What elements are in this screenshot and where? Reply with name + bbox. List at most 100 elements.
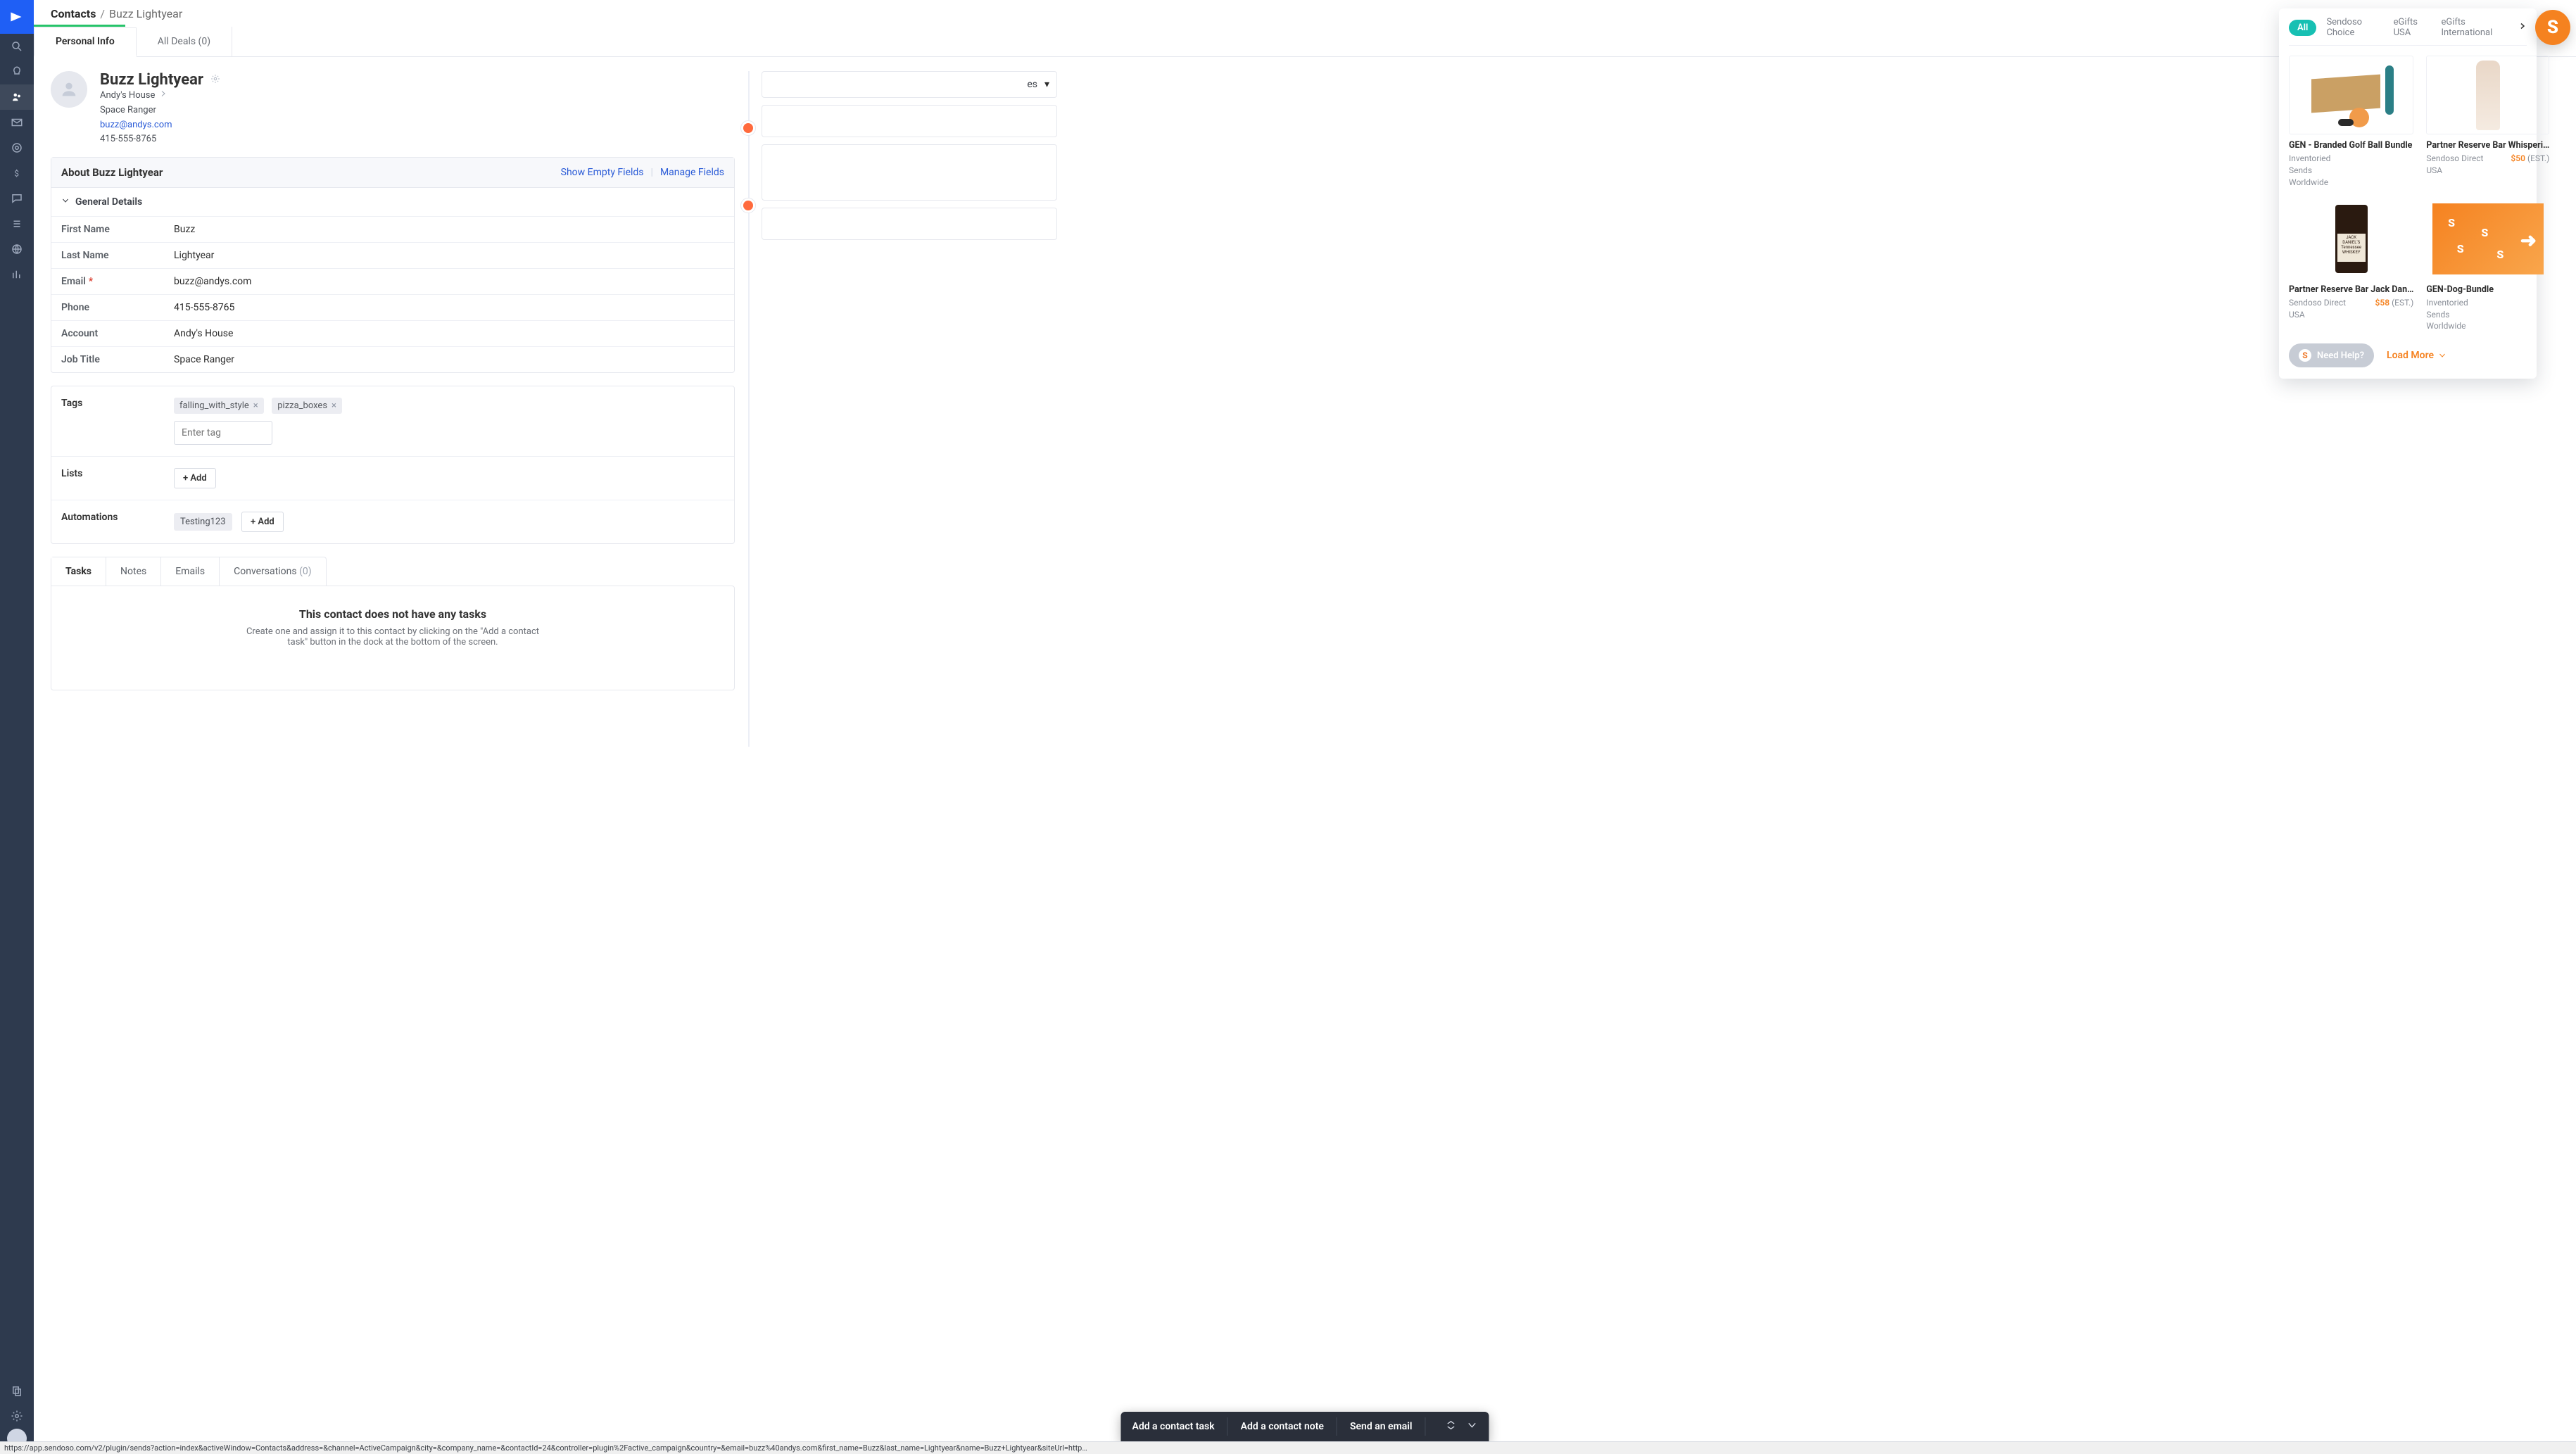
dock-add-task[interactable]: Add a contact task bbox=[1132, 1421, 1214, 1432]
sendoso-tab-all[interactable]: All bbox=[2289, 20, 2316, 36]
row-email[interactable]: Email* buzz@andys.com bbox=[51, 269, 734, 295]
dock-bar: Add a contact task Add a contact note Se… bbox=[1120, 1412, 1489, 1441]
contact-email-link[interactable]: buzz@andys.com bbox=[100, 120, 172, 130]
sendoso-s-icon: S bbox=[2299, 349, 2311, 362]
tag-pizza-boxes[interactable]: pizza_boxes × bbox=[272, 398, 342, 414]
rail-contacts[interactable] bbox=[0, 84, 34, 110]
right-box[interactable] bbox=[762, 144, 1057, 201]
tab-tasks[interactable]: Tasks bbox=[51, 557, 106, 586]
contact-account[interactable]: Andy's House bbox=[100, 89, 155, 103]
sendoso-tab-egifts-usa[interactable]: eGifts USA bbox=[2394, 17, 2432, 38]
automations-label: Automations bbox=[61, 512, 153, 523]
product-title: GEN - Branded Golf Ball Bundle bbox=[2289, 140, 2413, 151]
timeline-marker[interactable] bbox=[740, 198, 756, 213]
product-sub: USA bbox=[2289, 309, 2413, 321]
tag-input[interactable] bbox=[174, 421, 272, 445]
tab-emails[interactable]: Emails bbox=[161, 557, 220, 586]
need-help-button[interactable]: S Need Help? bbox=[2289, 343, 2374, 367]
empty-title: This contact does not have any tasks bbox=[80, 607, 706, 621]
sendoso-tab-egifts-intl[interactable]: eGifts International bbox=[2441, 17, 2508, 38]
value-job-title: Space Ranger bbox=[174, 354, 724, 365]
rail-money[interactable]: $ bbox=[0, 160, 34, 186]
rail-globe[interactable] bbox=[0, 236, 34, 262]
gear-icon[interactable] bbox=[210, 74, 220, 87]
product-image bbox=[2426, 56, 2549, 134]
rail-chat[interactable] bbox=[0, 186, 34, 211]
product-price: $58 bbox=[2375, 298, 2390, 308]
rail-settings[interactable] bbox=[0, 1403, 34, 1429]
chevron-right-icon bbox=[159, 89, 168, 103]
manage-fields[interactable]: Manage Fields bbox=[660, 167, 724, 178]
rail-mail[interactable] bbox=[0, 110, 34, 135]
label-job-title: Job Title bbox=[61, 354, 174, 365]
dropdown-caret-icon: ▾ bbox=[1044, 79, 1049, 90]
sendoso-fab[interactable]: S bbox=[2535, 10, 2570, 45]
automation-testing123[interactable]: Testing123 bbox=[174, 513, 232, 531]
left-column: Buzz Lightyear Andy's House Space Ranger bbox=[51, 71, 735, 747]
sendoso-tabs-more-icon[interactable] bbox=[2518, 22, 2527, 33]
row-account[interactable]: Account Andy's House bbox=[51, 321, 734, 347]
browser-status-url: https://app.sendoso.com/v2/plugin/sends?… bbox=[0, 1441, 2576, 1454]
product-image: S S S S ➜ bbox=[2426, 200, 2549, 279]
tag-falling-with-style[interactable]: falling_with_style × bbox=[174, 398, 264, 414]
rail-list[interactable] bbox=[0, 211, 34, 236]
timeline-marker[interactable] bbox=[740, 120, 756, 136]
automations-add-button[interactable]: + Add bbox=[241, 512, 284, 532]
product-est: (EST.) bbox=[2527, 153, 2549, 163]
rail-reports[interactable] bbox=[0, 262, 34, 287]
content-scroll[interactable]: Buzz Lightyear Andy's House Space Ranger bbox=[34, 57, 2576, 1454]
product-card[interactable]: JACK DANIEL'STennesseeWHISKEY Partner Re… bbox=[2289, 200, 2413, 333]
general-details-toggle[interactable]: General Details bbox=[51, 188, 734, 217]
dock-add-note[interactable]: Add a contact note bbox=[1241, 1421, 1324, 1432]
product-sub: Worldwide bbox=[2289, 177, 2413, 189]
load-more-button[interactable]: Load More bbox=[2387, 350, 2446, 361]
brand-logo[interactable] bbox=[0, 0, 34, 34]
right-select[interactable]: es ▾ bbox=[762, 71, 1057, 98]
dock-collapse-icon[interactable] bbox=[1467, 1420, 1478, 1434]
row-phone[interactable]: Phone 415-555-8765 bbox=[51, 295, 734, 321]
row-last-name[interactable]: Last Name Lightyear bbox=[51, 243, 734, 269]
tag-remove-icon[interactable]: × bbox=[253, 400, 258, 411]
row-job-title[interactable]: Job Title Space Ranger bbox=[51, 347, 734, 372]
tab-conversations[interactable]: Conversations (0) bbox=[220, 557, 326, 586]
lists-add-button[interactable]: + Add bbox=[174, 468, 216, 488]
product-sub: Worldwide bbox=[2426, 320, 2549, 332]
rail-copy[interactable] bbox=[0, 1378, 34, 1403]
right-box[interactable] bbox=[762, 208, 1057, 240]
product-sub: USA bbox=[2426, 165, 2549, 177]
contact-avatar[interactable] bbox=[51, 71, 87, 108]
product-sub: Inventoried bbox=[2289, 152, 2330, 165]
product-card[interactable]: GEN - Branded Golf Ball Bundle Inventori… bbox=[2289, 56, 2413, 189]
right-box[interactable] bbox=[762, 105, 1057, 137]
profile-header: Buzz Lightyear Andy's House Space Ranger bbox=[51, 71, 735, 147]
breadcrumb-root[interactable]: Contacts bbox=[51, 7, 96, 20]
rail-search[interactable] bbox=[0, 34, 34, 59]
svg-text:$: $ bbox=[14, 169, 19, 179]
sendoso-tab-choice[interactable]: Sendoso Choice bbox=[2326, 17, 2383, 38]
conversations-count: (0) bbox=[299, 566, 312, 577]
product-title: GEN-Dog-Bundle bbox=[2426, 284, 2549, 295]
row-first-name[interactable]: First Name Buzz bbox=[51, 217, 734, 243]
sendoso-tabs: All Sendoso Choice eGifts USA eGifts Int… bbox=[2289, 17, 2527, 46]
value-email: buzz@andys.com bbox=[174, 276, 724, 287]
section-general-details: General Details bbox=[75, 196, 142, 208]
tag-remove-icon[interactable]: × bbox=[332, 400, 336, 411]
about-heading: About Buzz Lightyear bbox=[61, 166, 163, 179]
rail-idea[interactable] bbox=[0, 59, 34, 84]
tab-all-deals[interactable]: All Deals (0) bbox=[137, 27, 232, 56]
load-more-label: Load More bbox=[2387, 350, 2434, 361]
right-column: es ▾ bbox=[762, 71, 1057, 247]
product-card[interactable]: S S S S ➜ GEN-Dog-Bundle Inventoried Sen… bbox=[2426, 200, 2549, 333]
tab-personal-info[interactable]: Personal Info bbox=[34, 27, 137, 57]
product-card[interactable]: Partner Reserve Bar Whisperi… Sendoso Di… bbox=[2426, 56, 2549, 189]
main-area: Contacts / Buzz Lightyear Personal Info … bbox=[34, 0, 2576, 1454]
tab-notes[interactable]: Notes bbox=[106, 557, 161, 586]
product-sub: Sends bbox=[2289, 165, 2413, 177]
link-divider: | bbox=[651, 167, 653, 178]
show-empty-fields[interactable]: Show Empty Fields bbox=[561, 167, 644, 178]
rail-target[interactable] bbox=[0, 135, 34, 160]
product-image: JACK DANIEL'STennesseeWHISKEY bbox=[2289, 200, 2413, 279]
chevron-down-icon bbox=[61, 196, 70, 208]
dock-expand-icon[interactable] bbox=[1446, 1420, 1457, 1434]
dock-send-email[interactable]: Send an email bbox=[1350, 1421, 1413, 1432]
